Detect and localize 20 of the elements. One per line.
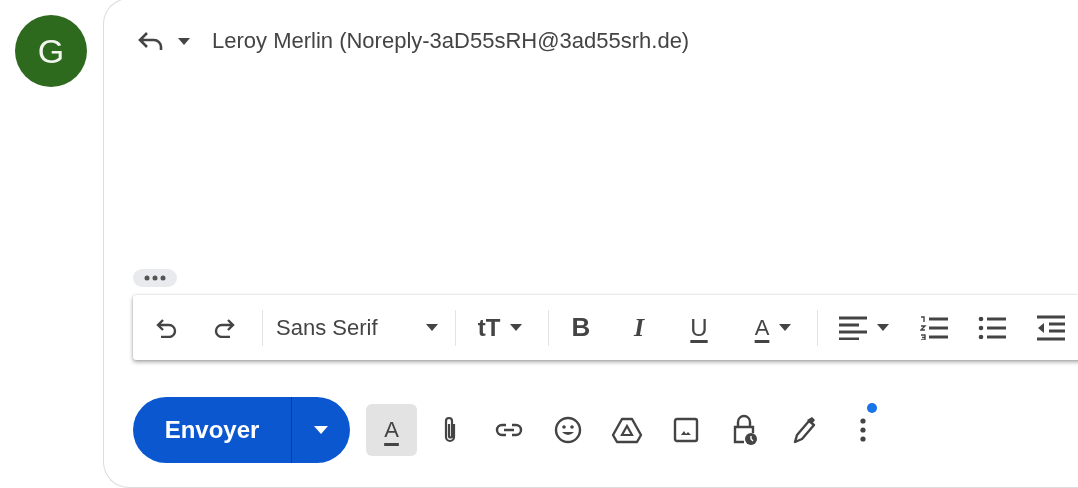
caret-icon <box>426 324 438 331</box>
font-dropdown[interactable]: Sans Serif <box>270 307 448 348</box>
caret-icon <box>877 324 889 331</box>
align-left-icon <box>839 315 867 340</box>
font-size-dropdown[interactable]: tT <box>464 307 536 348</box>
reply-icon[interactable] <box>138 31 164 51</box>
caret-icon <box>779 324 792 331</box>
formatting-options-button[interactable]: A <box>366 404 417 456</box>
avatar: G <box>15 15 87 87</box>
caret-icon <box>510 324 523 331</box>
bold-button[interactable]: B <box>561 307 601 348</box>
italic-button[interactable]: I <box>619 307 659 348</box>
show-trimmed-button[interactable] <box>133 269 177 287</box>
caret-icon <box>314 426 328 434</box>
sender-address: Leroy Merlin (Noreply-3aD55sRH@3ad55srh.de) <box>212 28 690 54</box>
more-icon <box>143 275 167 281</box>
underline-button[interactable]: U <box>679 307 719 348</box>
more-options-icon[interactable] <box>860 418 866 442</box>
text-color-button[interactable]: A <box>739 307 807 348</box>
caret-icon <box>178 37 190 45</box>
